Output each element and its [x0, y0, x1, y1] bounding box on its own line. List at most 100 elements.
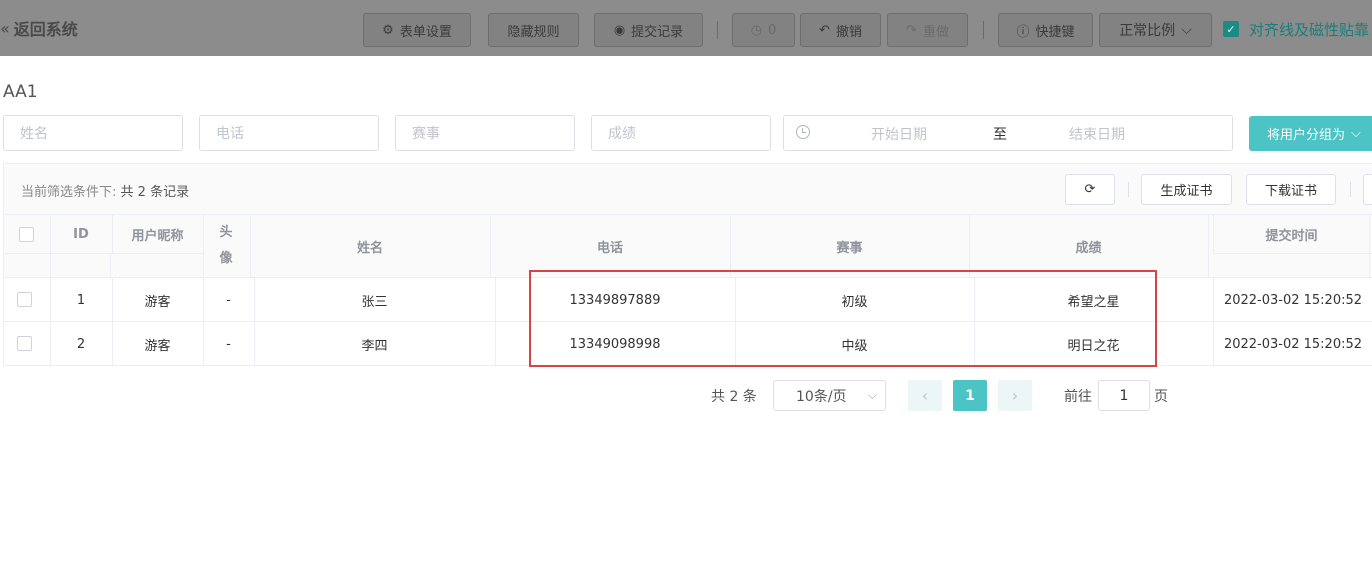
- column-divider: [1213, 278, 1214, 366]
- form-settings-button[interactable]: ⚙ 表单设置: [363, 13, 471, 47]
- column-divider: [1208, 215, 1209, 278]
- column-header-phone[interactable]: 电话: [490, 215, 730, 278]
- hide-rules-label: 隐藏规则: [507, 24, 560, 40]
- more-button[interactable]: [1363, 174, 1372, 205]
- select-all-checkbox[interactable]: [19, 227, 34, 242]
- refresh-icon: ⟳: [1084, 182, 1096, 197]
- refresh-button[interactable]: ⟳: [1065, 174, 1115, 205]
- chevron-left-icon: ‹: [921, 386, 929, 405]
- pagination-total: 共 2 条: [711, 389, 757, 405]
- prev-page-button[interactable]: ‹: [908, 380, 942, 411]
- column-header-score[interactable]: 成绩: [969, 215, 1208, 278]
- download-certificate-button[interactable]: 下载证书: [1246, 174, 1336, 205]
- cell-nickname: 游客: [144, 338, 171, 354]
- chevron-right-icon: ›: [1011, 386, 1019, 405]
- form-title: AA1: [3, 82, 38, 102]
- cell-avatar: -: [226, 336, 231, 352]
- end-date-input[interactable]: 结束日期: [1069, 124, 1125, 144]
- gear-icon: ⚙: [382, 22, 394, 38]
- column-divider: [969, 215, 970, 278]
- column-header-nickname[interactable]: 用户昵称: [112, 215, 203, 253]
- column-header-id[interactable]: ID: [50, 215, 112, 253]
- group-users-button[interactable]: 将用户分组为 ⌵: [1249, 116, 1372, 151]
- undo-icon: ↶: [819, 22, 830, 38]
- column-divider: [254, 278, 255, 366]
- header-subdivider: [1213, 253, 1372, 254]
- page-size-select[interactable]: 10条/页 ⌵: [773, 380, 886, 411]
- column-divider: [490, 215, 491, 278]
- scale-select[interactable]: 正常比例 ⌵: [1099, 13, 1212, 47]
- undo-button[interactable]: ↶ 撤销: [800, 13, 881, 47]
- toolbar-divider: [717, 21, 718, 39]
- snap-label: 对齐线及磁性贴靠: [1249, 21, 1370, 39]
- history-button[interactable]: ◷ 0: [732, 13, 795, 47]
- column-header-submit-time[interactable]: 提交时间: [1214, 215, 1369, 253]
- clock-icon: ◷: [750, 22, 763, 38]
- group-users-label: 将用户分组为: [1267, 128, 1346, 143]
- chevron-down-icon: ⌵: [1351, 126, 1361, 141]
- page-number-current[interactable]: 1: [953, 380, 987, 411]
- event-filter-input[interactable]: 赛事: [395, 115, 575, 151]
- shortcuts-button[interactable]: ⓘ 快捷键: [998, 13, 1093, 47]
- download-certificate-label: 下载证书: [1264, 184, 1317, 199]
- page-suffix-label: 页: [1154, 389, 1168, 405]
- back-to-system-link[interactable]: « 返回系统: [0, 16, 78, 40]
- submit-records-button[interactable]: ◉ 提交记录: [594, 13, 703, 47]
- toolbar-divider: [1350, 182, 1351, 197]
- undo-label: 撤销: [835, 24, 862, 40]
- form-settings-label: 表单设置: [399, 24, 452, 40]
- next-page-button[interactable]: ›: [998, 380, 1032, 411]
- cell-submit-time: 2022-03-02 15:20:52: [1223, 292, 1363, 308]
- generate-certificate-button[interactable]: 生成证书: [1141, 174, 1232, 205]
- column-divider: [50, 278, 51, 366]
- toolbar-divider: [983, 21, 984, 39]
- score-filter-input[interactable]: 成绩: [591, 115, 771, 151]
- history-count: 0: [768, 22, 777, 38]
- hide-rules-button[interactable]: 隐藏规则: [488, 13, 579, 47]
- redo-icon: ↷: [906, 22, 917, 38]
- date-range-picker[interactable]: 开始日期 至 结束日期: [783, 115, 1233, 151]
- eye-icon: ◉: [613, 22, 626, 38]
- column-divider: [1369, 215, 1370, 278]
- cell-submit-time: 2022-03-02 15:20:52: [1223, 336, 1363, 352]
- shortcuts-label: 快捷键: [1035, 24, 1075, 40]
- goto-label: 前往: [1064, 389, 1092, 405]
- record-count: 共 2 条记录: [120, 185, 190, 200]
- row-checkbox[interactable]: [17, 292, 32, 307]
- range-separator: 至: [993, 127, 1007, 143]
- start-date-input[interactable]: 开始日期: [871, 124, 927, 144]
- cell-name: 张三: [361, 294, 388, 310]
- row-checkbox[interactable]: [17, 336, 32, 351]
- header-subdivider: [4, 253, 203, 254]
- name-filter-input[interactable]: 姓名: [3, 115, 183, 151]
- column-divider: [110, 253, 111, 278]
- column-divider: [203, 278, 204, 366]
- score-filter-placeholder: 成绩: [608, 126, 636, 142]
- table-toolbar: 当前筛选条件下: 共 2 条记录 ⟳ 生成证书 下载证书: [4, 164, 1372, 215]
- cell-nickname: 游客: [144, 294, 171, 310]
- column-divider: [112, 278, 113, 366]
- redo-button[interactable]: ↷ 重做: [887, 13, 968, 47]
- filter-summary: 当前筛选条件下: 共 2 条记录: [21, 181, 189, 200]
- column-header-avatar[interactable]: 头像: [203, 220, 249, 272]
- column-header-name[interactable]: 姓名: [250, 215, 490, 278]
- info-circle-icon: ⓘ: [1016, 24, 1030, 40]
- cell-id: 2: [76, 336, 86, 352]
- name-filter-placeholder: 姓名: [20, 126, 48, 142]
- snap-checkbox[interactable]: ✓: [1223, 21, 1239, 37]
- chevron-down-icon: ⌵: [1181, 22, 1192, 38]
- page-size-value: 10条/页: [796, 388, 847, 405]
- chevron-down-icon: ⌵: [867, 388, 877, 402]
- cell-avatar: -: [226, 292, 231, 308]
- column-header-event[interactable]: 赛事: [730, 215, 969, 278]
- highlight-annotation-box: [529, 270, 1157, 367]
- back-label: 返回系统: [13, 20, 78, 39]
- generate-certificate-label: 生成证书: [1160, 184, 1213, 199]
- column-divider: [250, 215, 251, 278]
- phone-filter-input[interactable]: 电话: [199, 115, 379, 151]
- column-divider: [730, 215, 731, 278]
- column-divider: [112, 215, 113, 253]
- column-divider: [50, 215, 51, 278]
- redo-label: 重做: [922, 24, 949, 40]
- goto-page-input[interactable]: 1: [1098, 380, 1150, 411]
